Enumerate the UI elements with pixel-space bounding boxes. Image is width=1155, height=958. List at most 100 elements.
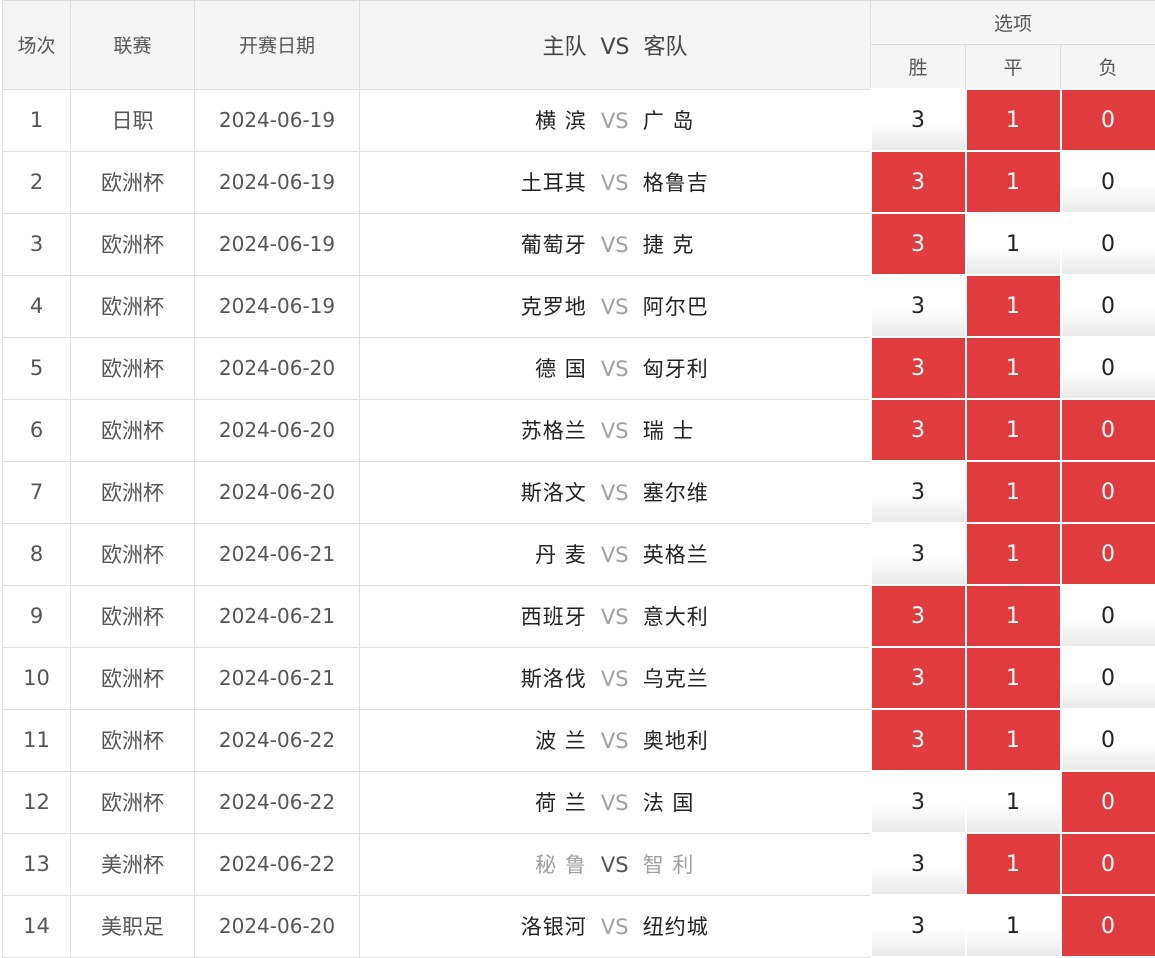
- table-row: 8欧洲杯2024-06-21丹 麦VS英格兰310: [3, 523, 1155, 585]
- vs-label: VS: [587, 915, 643, 939]
- header-vs: VS: [600, 35, 629, 60]
- option-lose-button[interactable]: 0: [1061, 337, 1155, 399]
- away-team: 英格兰: [643, 539, 863, 569]
- option-draw-button[interactable]: 1: [966, 647, 1061, 709]
- home-team: 葡萄牙: [367, 229, 587, 259]
- option-win-button[interactable]: 3: [871, 585, 966, 647]
- league-name: 欧洲杯: [71, 151, 195, 213]
- header-opt-win: 胜: [871, 45, 966, 90]
- option-win-button[interactable]: 3: [871, 647, 966, 709]
- option-lose-button[interactable]: 0: [1061, 213, 1155, 275]
- header-league: 联赛: [71, 1, 195, 90]
- option-lose-button[interactable]: 0: [1061, 89, 1155, 151]
- league-name: 欧洲杯: [71, 709, 195, 771]
- header-opt-draw: 平: [966, 45, 1061, 90]
- table-row: 11欧洲杯2024-06-22波 兰VS奥地利310: [3, 709, 1155, 771]
- option-win-button[interactable]: 3: [871, 709, 966, 771]
- option-lose-button[interactable]: 0: [1061, 585, 1155, 647]
- option-lose-button[interactable]: 0: [1061, 523, 1155, 585]
- table-row: 14美职足2024-06-20洛银河VS纽约城310: [3, 895, 1155, 957]
- option-win-button[interactable]: 3: [871, 523, 966, 585]
- option-win-button[interactable]: 3: [871, 275, 966, 337]
- option-lose-button[interactable]: 0: [1061, 709, 1155, 771]
- match-teams: 横 滨VS广 岛: [360, 89, 871, 151]
- match-index: 11: [3, 709, 71, 771]
- option-win-button[interactable]: 3: [871, 89, 966, 151]
- option-draw-button[interactable]: 1: [966, 337, 1061, 399]
- table-row: 6欧洲杯2024-06-20苏格兰VS瑞 士310: [3, 399, 1155, 461]
- away-team: 法 国: [643, 787, 863, 817]
- away-team: 瑞 士: [643, 415, 863, 445]
- match-index: 9: [3, 585, 71, 647]
- option-draw-button[interactable]: 1: [966, 399, 1061, 461]
- match-index: 5: [3, 337, 71, 399]
- option-draw-button[interactable]: 1: [966, 523, 1061, 585]
- vs-label: VS: [587, 543, 643, 567]
- home-team: 苏格兰: [367, 415, 587, 445]
- home-team: 德 国: [367, 353, 587, 383]
- option-lose-button[interactable]: 0: [1061, 275, 1155, 337]
- option-draw-button[interactable]: 1: [966, 89, 1061, 151]
- match-teams: 西班牙VS意大利: [360, 585, 871, 647]
- option-win-button[interactable]: 3: [871, 771, 966, 833]
- option-draw-button[interactable]: 1: [966, 709, 1061, 771]
- option-draw-button[interactable]: 1: [966, 213, 1061, 275]
- header-home: 主队: [542, 35, 586, 60]
- option-draw-button[interactable]: 1: [966, 275, 1061, 337]
- home-team: 克罗地: [367, 291, 587, 321]
- match-index: 10: [3, 647, 71, 709]
- match-teams: 荷 兰VS法 国: [360, 771, 871, 833]
- home-team: 洛银河: [367, 911, 587, 941]
- home-team: 斯洛伐: [367, 663, 587, 693]
- option-draw-button[interactable]: 1: [966, 151, 1061, 213]
- option-draw-button[interactable]: 1: [966, 461, 1061, 523]
- home-team: 土耳其: [367, 167, 587, 197]
- vs-label: VS: [587, 419, 643, 443]
- match-index: 7: [3, 461, 71, 523]
- away-team: 奥地利: [643, 725, 863, 755]
- option-draw-button[interactable]: 1: [966, 771, 1061, 833]
- option-lose-button[interactable]: 0: [1061, 771, 1155, 833]
- header-opt-lose: 负: [1061, 45, 1155, 90]
- option-draw-button[interactable]: 1: [966, 833, 1061, 895]
- match-teams: 克罗地VS阿尔巴: [360, 275, 871, 337]
- table-row: 3欧洲杯2024-06-19葡萄牙VS捷 克310: [3, 213, 1155, 275]
- option-win-button[interactable]: 3: [871, 151, 966, 213]
- option-draw-button[interactable]: 1: [966, 585, 1061, 647]
- option-win-button[interactable]: 3: [871, 213, 966, 275]
- match-teams: 秘 鲁VS智 利: [360, 833, 871, 895]
- option-lose-button[interactable]: 0: [1061, 399, 1155, 461]
- match-date: 2024-06-20: [195, 461, 360, 523]
- match-date: 2024-06-20: [195, 337, 360, 399]
- match-date: 2024-06-19: [195, 275, 360, 337]
- table-row: 7欧洲杯2024-06-20斯洛文VS塞尔维310: [3, 461, 1155, 523]
- league-name: 美洲杯: [71, 833, 195, 895]
- home-team: 西班牙: [367, 601, 587, 631]
- option-win-button[interactable]: 3: [871, 461, 966, 523]
- vs-label: VS: [587, 853, 643, 877]
- vs-label: VS: [587, 667, 643, 691]
- option-draw-button[interactable]: 1: [966, 895, 1061, 957]
- away-team: 广 岛: [643, 105, 863, 135]
- league-name: 欧洲杯: [71, 399, 195, 461]
- vs-label: VS: [587, 481, 643, 505]
- option-lose-button[interactable]: 0: [1061, 833, 1155, 895]
- option-win-button[interactable]: 3: [871, 833, 966, 895]
- match-index: 14: [3, 895, 71, 957]
- home-team: 斯洛文: [367, 477, 587, 507]
- option-win-button[interactable]: 3: [871, 399, 966, 461]
- match-teams: 德 国VS匈牙利: [360, 337, 871, 399]
- away-team: 捷 克: [643, 229, 863, 259]
- table-row: 5欧洲杯2024-06-20德 国VS匈牙利310: [3, 337, 1155, 399]
- match-index: 12: [3, 771, 71, 833]
- table-row: 4欧洲杯2024-06-19克罗地VS阿尔巴310: [3, 275, 1155, 337]
- option-lose-button[interactable]: 0: [1061, 895, 1155, 957]
- match-index: 8: [3, 523, 71, 585]
- match-index: 6: [3, 399, 71, 461]
- option-lose-button[interactable]: 0: [1061, 151, 1155, 213]
- option-win-button[interactable]: 3: [871, 895, 966, 957]
- option-lose-button[interactable]: 0: [1061, 461, 1155, 523]
- option-win-button[interactable]: 3: [871, 337, 966, 399]
- option-lose-button[interactable]: 0: [1061, 647, 1155, 709]
- match-date: 2024-06-21: [195, 585, 360, 647]
